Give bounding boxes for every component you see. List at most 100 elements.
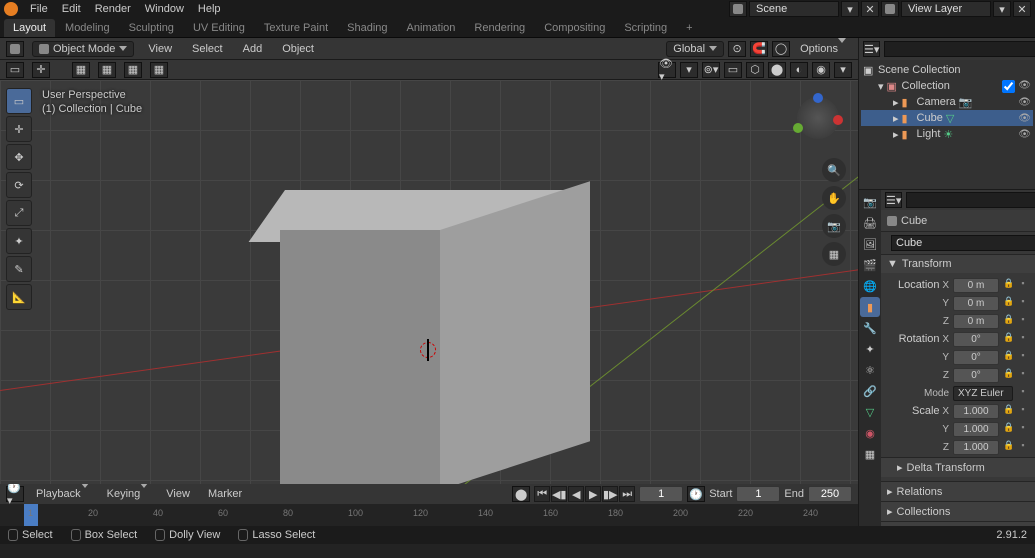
camera-view-button[interactable]: 📷 [822,214,846,238]
location-x-input[interactable]: 0 m [953,278,999,293]
xray-toggle[interactable]: ▭ [724,62,742,78]
object-name-input[interactable] [891,235,1035,251]
tool-measure[interactable]: 📐 [6,284,32,310]
scale-y-input[interactable]: 1.000 [953,422,999,437]
navigation-gizmo[interactable] [790,90,846,146]
snap-toggle[interactable]: 🧲 [750,41,768,57]
lock-icon[interactable]: 🔒 [1003,314,1015,328]
outliner-collection[interactable]: ▾ ▣ Collection 👁 [861,78,1033,94]
tab-uv-editing[interactable]: UV Editing [184,19,254,37]
outliner-item-light[interactable]: ▸ ▮ Light ☀ 👁 [861,126,1033,142]
viewlayer-browse-icon[interactable] [881,1,899,17]
tab-rendering[interactable]: Rendering [465,19,534,37]
panel-instancing[interactable]: ▸Instancing [881,521,1035,526]
orientation-dropdown[interactable]: Global [666,41,724,57]
tab-texture-paint[interactable]: Texture Paint [255,19,337,37]
zoom-button[interactable]: 🔍 [822,158,846,182]
menu-file[interactable]: File [24,1,54,17]
tl-menu-keying[interactable]: Keying [101,486,155,502]
tool-scale[interactable]: ⤢ [6,200,32,226]
menu-help[interactable]: Help [192,1,227,17]
rotation-z-input[interactable]: 0° [953,368,999,383]
scene-name-field[interactable] [749,1,839,17]
snap-target-icon[interactable]: ▦ [98,62,116,78]
prop-tab-world[interactable]: 🌐 [860,276,880,296]
panel-relations[interactable]: ▸Relations [881,481,1035,501]
menu-edit[interactable]: Edit [56,1,87,17]
vp-menu-select[interactable]: Select [186,41,229,57]
tab-add-workspace[interactable]: + [677,19,701,37]
location-z-input[interactable]: 0 m [953,314,999,329]
view-visibility-dropdown[interactable]: 👁▾ [658,62,676,78]
lock-icon[interactable]: 🔒 [1003,278,1015,292]
tab-sculpting[interactable]: Sculpting [120,19,183,37]
scene-new-button[interactable]: ▾ [841,1,859,17]
tab-compositing[interactable]: Compositing [535,19,614,37]
play-button[interactable]: ▶ [585,486,601,502]
outliner-editor-type-icon[interactable]: ☰▾ [863,41,880,57]
jump-next-key-button[interactable]: ▮▶ [602,486,618,502]
vp-menu-add[interactable]: Add [237,41,269,57]
tool-move[interactable]: ✥ [6,144,32,170]
rotation-mode-dropdown[interactable]: XYZ Euler [953,386,1013,401]
viewlayer-name-field[interactable] [901,1,991,17]
prop-tab-render[interactable]: 📷 [860,192,880,212]
overlays-toggle[interactable]: ⊚▾ [702,62,720,78]
current-frame-input[interactable] [639,486,683,502]
lock-icon[interactable]: 🔒 [1003,350,1015,364]
tool-transform[interactable]: ✦ [6,228,32,254]
proportional-edit-toggle[interactable]: ◯ [772,41,790,57]
cursor-tool-icon[interactable]: ✛ [32,62,50,78]
shading-wireframe[interactable]: ⬡ [746,62,764,78]
scale-z-input[interactable]: 1.000 [953,440,999,455]
rotation-y-input[interactable]: 0° [953,350,999,365]
tl-menu-view[interactable]: View [160,486,196,502]
gizmo-z-axis[interactable] [813,93,823,103]
prop-tab-scene[interactable]: 🎬 [860,255,880,275]
editor-type-icon[interactable] [6,41,24,57]
snap-options-icon[interactable]: ▦ [124,62,142,78]
timeline-editor-type-icon[interactable]: 🕐▾ [6,486,24,502]
outliner-scene-collection[interactable]: ▣ Scene Collection [861,62,1033,78]
jump-to-end-button[interactable]: ⏭ [619,486,635,502]
shading-solid[interactable]: ⬤ [768,62,786,78]
prop-tab-texture[interactable]: ▦ [860,444,880,464]
prop-tab-data[interactable]: ▽ [860,402,880,422]
tool-cursor[interactable]: ✛ [6,116,32,142]
scene-delete-button[interactable]: ✕ [861,1,879,17]
outliner-search-input[interactable] [884,41,1035,57]
properties-editor-type-icon[interactable]: ☰▾ [885,192,902,208]
start-frame-input[interactable] [736,486,780,502]
scale-x-input[interactable]: 1.000 [953,404,999,419]
prop-tab-constraints[interactable]: 🔗 [860,381,880,401]
panel-transform-header[interactable]: ▼Transform [881,254,1035,273]
snap-during-icon[interactable]: ▦ [150,62,168,78]
eye-icon[interactable]: 👁 [1018,97,1031,108]
gizmo-y-axis[interactable] [793,123,803,133]
pan-button[interactable]: ✋ [822,186,846,210]
tool-rotate[interactable]: ⟳ [6,172,32,198]
jump-to-start-button[interactable]: ⏮ [534,486,550,502]
lock-icon[interactable]: 🔒 [1003,332,1015,346]
menu-render[interactable]: Render [89,1,137,17]
3d-viewport[interactable]: User Perspective (1) Collection | Cube ▭… [0,80,858,484]
lock-icon[interactable]: 🔒 [1003,296,1015,310]
subpanel-delta-transform[interactable]: ▸Delta Transform [881,457,1035,477]
lock-icon[interactable]: 🔒 [1003,440,1015,454]
mode-dropdown[interactable]: Object Mode [32,41,134,57]
collection-exclude-checkbox[interactable] [1002,80,1015,93]
select-tool-icon[interactable]: ▭ [6,62,24,78]
shading-rendered[interactable]: ◉ [812,62,830,78]
tl-menu-marker[interactable]: Marker [202,486,248,502]
snap-element-icon[interactable]: ▦ [72,62,90,78]
jump-prev-key-button[interactable]: ◀▮ [551,486,567,502]
cube-object[interactable] [280,190,590,484]
pivot-dropdown[interactable]: ⊙ [728,41,746,57]
perspective-toggle-button[interactable]: ▦ [822,242,846,266]
viewlayer-new-button[interactable]: ▾ [993,1,1011,17]
menu-window[interactable]: Window [139,1,190,17]
viewlayer-delete-button[interactable]: ✕ [1013,1,1031,17]
tab-scripting[interactable]: Scripting [615,19,676,37]
tab-shading[interactable]: Shading [338,19,396,37]
tool-select-box[interactable]: ▭ [6,88,32,114]
